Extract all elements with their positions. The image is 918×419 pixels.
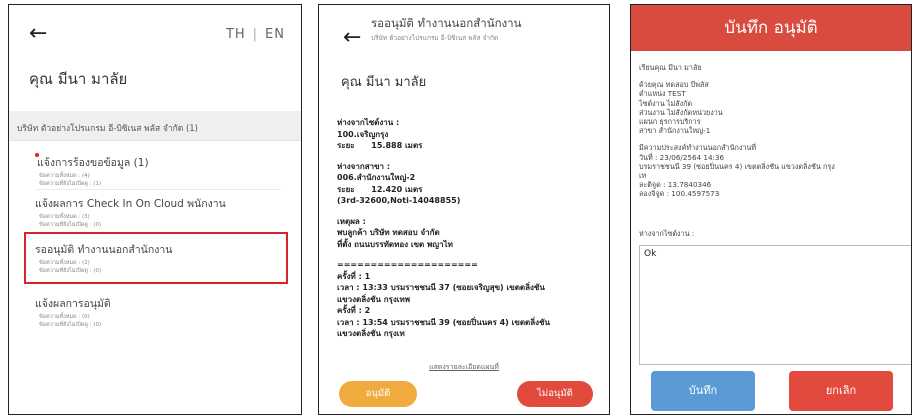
menu-item-unread: ข้อความที่ยังไม่เปิดดู : (0) — [39, 222, 102, 228]
detail-line: เหตุผล : — [337, 216, 366, 226]
menu-item-unread: ข้อความที่ยังไม่เปิดดู : (0) — [39, 268, 102, 274]
request-details: ห่างจากไซต์งาน : 100.เจริญกรุงระยะ 15.888… — [337, 117, 599, 349]
detail-line: ละติจูด : 13.7840346 — [639, 180, 712, 190]
detail-block: เหตุผล : พบลูกค้า บริษัท ทดสอบ จำกัดที่ตั… — [337, 216, 599, 251]
company-header: บริษัท ตัวอย่างโปรแกรม อี-บิซิเนส พลัส จ… — [9, 111, 301, 141]
detail-line: ===================== — [337, 260, 478, 269]
detail-line: เรียนคุณ มีนา มาลัย — [639, 63, 702, 72]
detail-line: ด้วยคุณ ทดสอบ บีพลัส — [639, 80, 709, 90]
detail-line: แขวงตลิ่งชัน กรุงเท — [337, 329, 405, 338]
detail-block: ห่างจากสาขา : 006.สำนักงานใหญ่-2 ระยะ 12.4… — [337, 161, 599, 207]
detail-line: เวลา : 13:54 บรมราชชนนี 39 (ซอยปิ่นนคร 4… — [337, 317, 550, 327]
detail-line: 100.เจริญกรุง — [337, 129, 389, 139]
detail-line: ระยะ 12.420 เมตร — [337, 184, 423, 194]
approve-button[interactable]: อนุมัติ — [339, 381, 417, 407]
save-button[interactable]: บันทึก — [651, 371, 755, 411]
remark-label: ห่างจากไซต์งาน : — [639, 229, 695, 238]
menu-item-unread: ข้อความที่ยังไม่เปิดดู : (0) — [39, 322, 102, 328]
pending-detail-screen: ← รออนุมัติ ทำงานนอกสำนักงาน บริษัท ตัวอ… — [318, 4, 610, 415]
cancel-button[interactable]: ยกเลิก — [789, 371, 893, 411]
page-title: รออนุมัติ ทำงานนอกสำนักงาน — [371, 16, 522, 30]
detail-line: พบลูกค้า บริษัท ทดสอบ จำกัด — [337, 228, 440, 237]
detail-line: วันที่ : 23/06/2564 14:36 — [639, 152, 725, 162]
menu-item-approval-result[interactable]: แจ้งผลการอนุมัติ ข้อความทั้งหมด : (0) ข้… — [9, 295, 301, 335]
menu-item-checkin-result[interactable]: แจ้งผลการ Check In On Cloud พนักงาน ข้อค… — [9, 195, 301, 231]
detail-line: ห่างจากไซต์งาน : — [337, 118, 400, 127]
reject-button[interactable]: ไม่อนุมัติ — [517, 381, 593, 407]
detail-line: ส่วนงาน ไม่สังกัดหน่วยงาน — [639, 107, 723, 117]
menu-item-title: รออนุมัติ ทำงานนอกสำนักงาน — [35, 244, 173, 256]
detail-line: ที่ตั้ง ถนนบรรทัดทอง เขต พญาไท — [337, 239, 453, 249]
language-switch: TH | EN — [226, 27, 285, 42]
detail-block: ด้วยคุณ ทดสอบ บีพลัส ตำแหน่ง TEST ไซต์งาน … — [639, 80, 911, 136]
detail-line: ระยะ 15.888 เมตร — [337, 141, 423, 150]
remark-textarea[interactable]: Ok — [639, 245, 911, 365]
map-detail-link[interactable]: แสดงรายละเอียดแผนที่ — [319, 362, 609, 373]
user-name: คุณ มีนา มาลัย — [341, 75, 427, 90]
menu-item-title: แจ้งการร้องขอข้อมูล (1) — [37, 157, 149, 169]
stage: ← TH | EN คุณ มีนา มาลัย บริษัท ตัวอย่างโป… — [0, 0, 918, 419]
company-subtitle: บริษัท ตัวอย่างโปรแกรม อี-บิซิเนส พลัส จ… — [371, 34, 499, 42]
menu-item-title: แจ้งผลการอนุมัติ — [35, 298, 111, 310]
back-arrow-icon[interactable]: ← — [29, 23, 47, 45]
back-arrow-icon[interactable]: ← — [343, 27, 361, 49]
divider — [35, 189, 281, 190]
menu-item-unread: ข้อความที่ยังไม่เปิดดู : (1) — [39, 181, 102, 187]
form-header: บันทึก อนุมัติ — [631, 5, 911, 51]
detail-line: แผนก ธุรการบริการ — [639, 117, 701, 127]
detail-line: สาขา สำนักงานใหญ่-1 — [639, 126, 711, 136]
detail-line: เท — [639, 171, 647, 181]
menu-item-total: ข้อความทั้งหมด : (4) — [39, 173, 90, 179]
menu-item-total: ข้อความทั้งหมด : (3) — [39, 214, 90, 220]
menu-item-title: แจ้งผลการ Check In On Cloud พนักงาน — [35, 198, 226, 210]
detail-line: มีความประสงค์ทำงานนอกสำนักงานที่ — [639, 143, 757, 153]
detail-line: ลองจิจูด : 100.4597573 — [639, 189, 720, 199]
top-bar: ← TH | EN — [9, 5, 301, 65]
detail-block: ห่างจากไซต์งาน : 100.เจริญกรุงระยะ 15.888… — [337, 117, 599, 152]
detail-line: บรมราชชนนี 39 (ซอยปิ่นนคร 4) เขตตลิ่งชัน… — [639, 161, 835, 171]
menu-item-pending-offsite[interactable]: รออนุมัติ ทำงานนอกสำนักงาน ข้อความทั้งหม… — [9, 241, 301, 281]
detail-line: เวลา : 13:33 บรมราชชนนี 37 (ซอยเจริญสุข)… — [337, 283, 545, 292]
detail-line: ตำแหน่ง TEST — [639, 89, 686, 99]
detail-line: ครั้งที่ : 1 — [337, 271, 371, 281]
detail-line: แขวงตลิ่งชัน กรุงเทพ — [337, 294, 411, 304]
detail-line: ครั้งที่ : 2 — [337, 306, 371, 315]
approval-letter: เรียนคุณ มีนา มาลัยด้วยคุณ ทดสอบ บีพลัสต… — [639, 63, 911, 207]
menu-item-total: ข้อความทั้งหมด : (0) — [39, 314, 90, 320]
approval-form-screen: บันทึก อนุมัติ เรียนคุณ มีนา มาลัยด้วยคุ… — [630, 4, 912, 415]
detail-line: ไซต์งาน ไม่สังกัด — [639, 98, 693, 108]
detail-block: มีความประสงค์ทำงานนอกสำนักงานที่ วันที่ :… — [639, 143, 911, 199]
lang-th-button[interactable]: TH — [226, 27, 246, 42]
detail-block: เรียนคุณ มีนา มาลัย — [639, 63, 911, 72]
lang-en-button[interactable]: EN — [265, 27, 285, 42]
menu-item-total: ข้อความทั้งหมด : (2) — [39, 260, 90, 266]
user-name: คุณ มีนา มาลัย — [29, 70, 128, 88]
detail-line: 006.สำนักงานใหญ่-2 — [337, 173, 416, 182]
detail-block: ===================== ครั้งที่ : 1 เวลา : … — [337, 259, 599, 340]
notification-list-screen: ← TH | EN คุณ มีนา มาลัย บริษัท ตัวอย่างโป… — [8, 4, 302, 415]
lang-separator: | — [252, 27, 259, 42]
detail-line: ห่างจากสาขา : — [337, 161, 391, 171]
detail-line: (3rd-32600,Noti-14048855) — [337, 196, 461, 205]
